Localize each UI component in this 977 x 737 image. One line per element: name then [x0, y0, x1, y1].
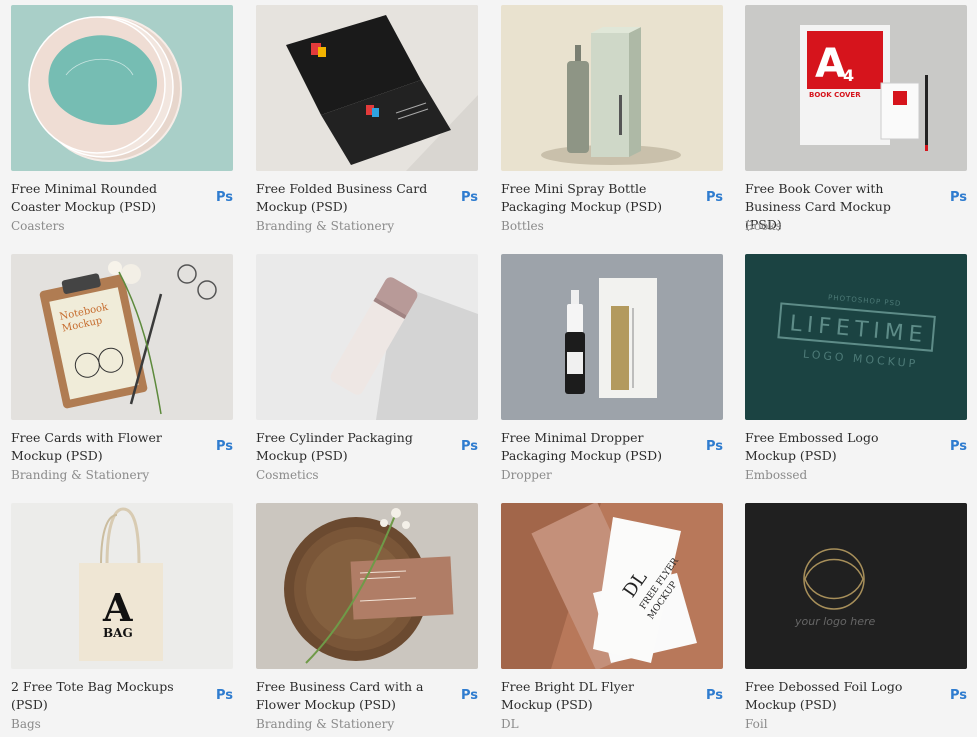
- mockup-thumbnail[interactable]: Notebook Mockup: [11, 254, 233, 420]
- photoshop-badge: Ps: [949, 688, 967, 703]
- card-title[interactable]: Free Minimal Dropper Packaging Mockup (P…: [501, 429, 681, 465]
- mockup-thumbnail[interactable]: [256, 503, 478, 669]
- card-category[interactable]: Bottles: [501, 218, 544, 234]
- mockup-thumbnail[interactable]: [256, 254, 478, 420]
- mockup-thumbnail[interactable]: A 4 BOOK COVER: [745, 5, 967, 171]
- card-category[interactable]: Books: [745, 218, 782, 234]
- mockup-thumbnail[interactable]: [11, 5, 233, 171]
- mockup-thumbnail[interactable]: your logo here: [745, 503, 967, 669]
- card-category[interactable]: Embossed: [745, 467, 807, 483]
- photoshop-badge: Ps: [705, 439, 723, 454]
- tote-word: BAG: [103, 626, 133, 640]
- photoshop-badge: Ps: [949, 439, 967, 454]
- photoshop-badge: Ps: [460, 190, 478, 205]
- card-title[interactable]: Free Embossed Logo Mockup (PSD): [745, 429, 925, 465]
- card-title[interactable]: 2 Free Tote Bag Mockups (PSD): [11, 678, 191, 714]
- card-title[interactable]: Free Debossed Foil Logo Mockup (PSD): [745, 678, 925, 714]
- photoshop-badge: Ps: [215, 190, 233, 205]
- card-title[interactable]: Free Bright DL Flyer Mockup (PSD): [501, 678, 681, 714]
- card-title[interactable]: Free Mini Spray Bottle Packaging Mockup …: [501, 180, 681, 216]
- mockup-thumbnail[interactable]: DL FREE FLYER MOCKUP: [501, 503, 723, 669]
- card-category[interactable]: Coasters: [11, 218, 65, 234]
- mockup-thumbnail[interactable]: [501, 5, 723, 171]
- mockup-thumbnail[interactable]: A BAG: [11, 503, 233, 669]
- photoshop-badge: Ps: [705, 190, 723, 205]
- photoshop-badge: Ps: [460, 688, 478, 703]
- mockup-thumbnail[interactable]: [501, 254, 723, 420]
- card-category[interactable]: Branding & Stationery: [11, 467, 149, 483]
- book-cover-label: BOOK COVER: [809, 91, 861, 99]
- mockup-thumbnail[interactable]: [256, 5, 478, 171]
- photoshop-badge: Ps: [949, 190, 967, 205]
- card-title[interactable]: Free Cylinder Packaging Mockup (PSD): [256, 429, 436, 465]
- card-category[interactable]: DL: [501, 716, 519, 732]
- photoshop-badge: Ps: [215, 439, 233, 454]
- card-category[interactable]: Bags: [11, 716, 41, 732]
- card-category[interactable]: Dropper: [501, 467, 552, 483]
- photoshop-badge: Ps: [705, 688, 723, 703]
- card-category[interactable]: Cosmetics: [256, 467, 319, 483]
- card-title[interactable]: Free Folded Business Card Mockup (PSD): [256, 180, 436, 216]
- book-cover-letter: A: [815, 41, 846, 87]
- book-cover-number: 4: [843, 66, 854, 85]
- card-title[interactable]: Free Minimal Rounded Coaster Mockup (PSD…: [11, 180, 191, 216]
- card-category[interactable]: Branding & Stationery: [256, 218, 394, 234]
- card-category[interactable]: Foil: [745, 716, 768, 732]
- mockup-grid: Free Minimal Rounded Coaster Mockup (PSD…: [0, 0, 977, 737]
- card-title[interactable]: Free Cards with Flower Mockup (PSD): [11, 429, 191, 465]
- mockup-thumbnail[interactable]: PHOTOSHOP PSD LIFETIME LOGO MOCKUP: [745, 254, 967, 420]
- photoshop-badge: Ps: [215, 688, 233, 703]
- tote-letter: A: [102, 585, 133, 630]
- foil-caption: your logo here: [794, 615, 875, 628]
- card-category[interactable]: Branding & Stationery: [256, 716, 394, 732]
- photoshop-badge: Ps: [460, 439, 478, 454]
- card-title[interactable]: Free Business Card with a Flower Mockup …: [256, 678, 436, 714]
